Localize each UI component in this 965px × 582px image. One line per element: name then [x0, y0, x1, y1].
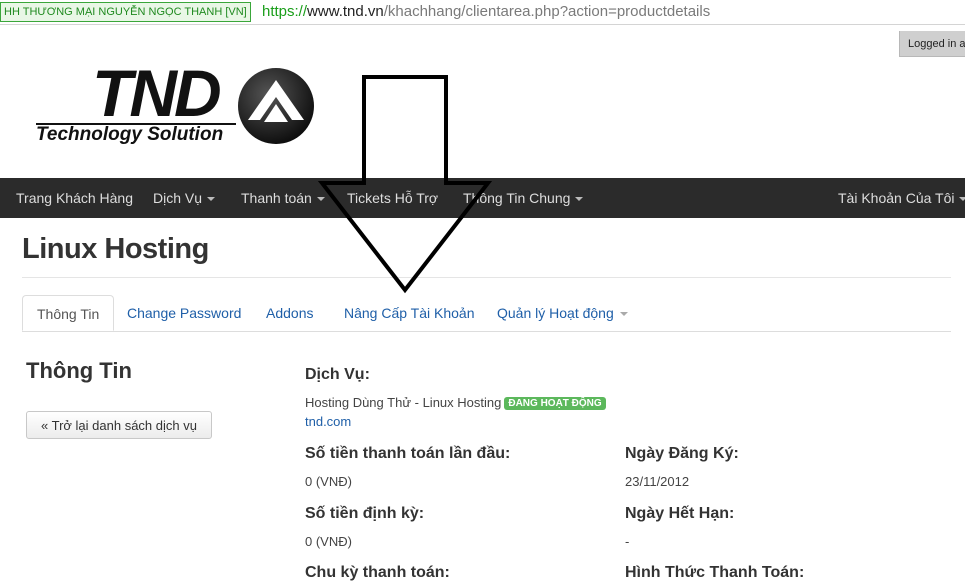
service-name: Hosting Dùng Thử - Linux Hosting — [305, 395, 502, 410]
expiry-date-value: - — [625, 534, 630, 549]
nav-billing[interactable]: Thanh toán — [241, 178, 325, 218]
nav-label: Trang Khách Hàng — [16, 190, 133, 206]
tab-addons[interactable]: Addons — [266, 295, 313, 331]
nav-client-home[interactable]: Trang Khách Hàng — [16, 178, 133, 218]
payment-method-label: Hình Thức Thanh Toán: — [625, 564, 805, 581]
nav-general-info[interactable]: Thông Tin Chung — [463, 178, 584, 218]
nav-label: Tickets Hỗ Trợ — [347, 190, 439, 206]
tab-manage-activity[interactable]: Quản lý Hoạt động — [497, 295, 628, 331]
main-navbar: Trang Khách Hàng Dịch Vụ Thanh toán Tick… — [0, 178, 965, 218]
tab-info[interactable]: Thông Tin — [22, 295, 115, 331]
service-domain-link[interactable]: tnd.com — [305, 414, 351, 429]
chevron-down-icon — [575, 197, 584, 202]
nav-label: Dịch Vụ — [153, 190, 203, 206]
nav-label: Thanh toán — [241, 190, 312, 206]
logo-emblem-icon — [238, 68, 314, 144]
url-field[interactable]: https://www.tnd.vn/khachhang/clientarea.… — [262, 2, 710, 22]
expiry-date-label: Ngày Hết Hạn: — [625, 505, 735, 522]
nav-support-tickets[interactable]: Tickets Hỗ Trợ — [347, 178, 438, 218]
chevron-down-icon — [619, 312, 628, 317]
page-title: Linux Hosting — [22, 233, 209, 265]
sidebar-title: Thông Tin — [26, 358, 132, 383]
tab-label: Nâng Cấp Tài Khoản — [344, 305, 475, 321]
first-payment-label: Số tiền thanh toán lần đầu: — [305, 445, 511, 462]
nav-services[interactable]: Dịch Vụ — [153, 178, 216, 218]
logged-in-panel[interactable]: Logged in as — [899, 31, 965, 57]
tab-label: Thông Tin — [37, 306, 100, 322]
product-tabs: Thông Tin Change Password Addons Nâng Cấ… — [22, 295, 951, 332]
registration-date-label: Ngày Đăng Ký: — [625, 445, 739, 462]
chevron-down-icon — [316, 197, 325, 202]
nav-label: Tài Khoản Của Tôi — [838, 190, 955, 206]
url-host: www.tnd.vn — [307, 3, 384, 20]
tab-label: Change Password — [127, 305, 242, 321]
tab-label: Quản lý Hoạt động — [497, 305, 614, 321]
logo-wordmark: TND — [92, 56, 222, 130]
service-label: Dịch Vụ: — [305, 366, 370, 383]
tab-upgrade[interactable]: Nâng Cấp Tài Khoản — [344, 295, 475, 331]
url-scheme: https:// — [262, 3, 308, 20]
first-payment-value: 0 (VNĐ) — [305, 474, 352, 489]
site-logo[interactable]: TND Technology Solution — [36, 56, 326, 157]
nav-my-account[interactable]: Tài Khoản Của Tôi — [838, 178, 965, 218]
service-name-row: Hosting Dùng Thử - Linux Hosting ĐANG HOẠ… — [305, 395, 606, 410]
billing-cycle-label: Chu kỳ thanh toán: — [305, 564, 450, 581]
ev-certificate-badge[interactable]: HH THƯƠNG MẠI NGUYỄN NGỌC THANH [VN] — [0, 2, 251, 22]
chevron-down-icon — [959, 197, 965, 202]
divider — [22, 277, 951, 278]
registration-date-value: 23/11/2012 — [625, 474, 690, 489]
recurring-amount-label: Số tiền định kỳ: — [305, 505, 425, 522]
url-path: /khachhang/clientarea.php?action=product… — [383, 3, 711, 20]
status-badge: ĐANG HOẠT ĐỘNG — [504, 397, 606, 410]
tab-label: Addons — [266, 305, 314, 321]
back-to-services-button[interactable]: « Trở lại danh sách dịch vụ — [26, 411, 212, 439]
tab-change-password[interactable]: Change Password — [127, 295, 241, 331]
nav-label: Thông Tin Chung — [463, 190, 571, 206]
logo-tagline: Technology Solution — [36, 124, 224, 145]
chevron-down-icon — [207, 197, 216, 202]
recurring-amount-value: 0 (VNĐ) — [305, 534, 352, 549]
browser-address-bar[interactable]: HH THƯƠNG MẠI NGUYỄN NGỌC THANH [VN] htt… — [0, 0, 965, 25]
